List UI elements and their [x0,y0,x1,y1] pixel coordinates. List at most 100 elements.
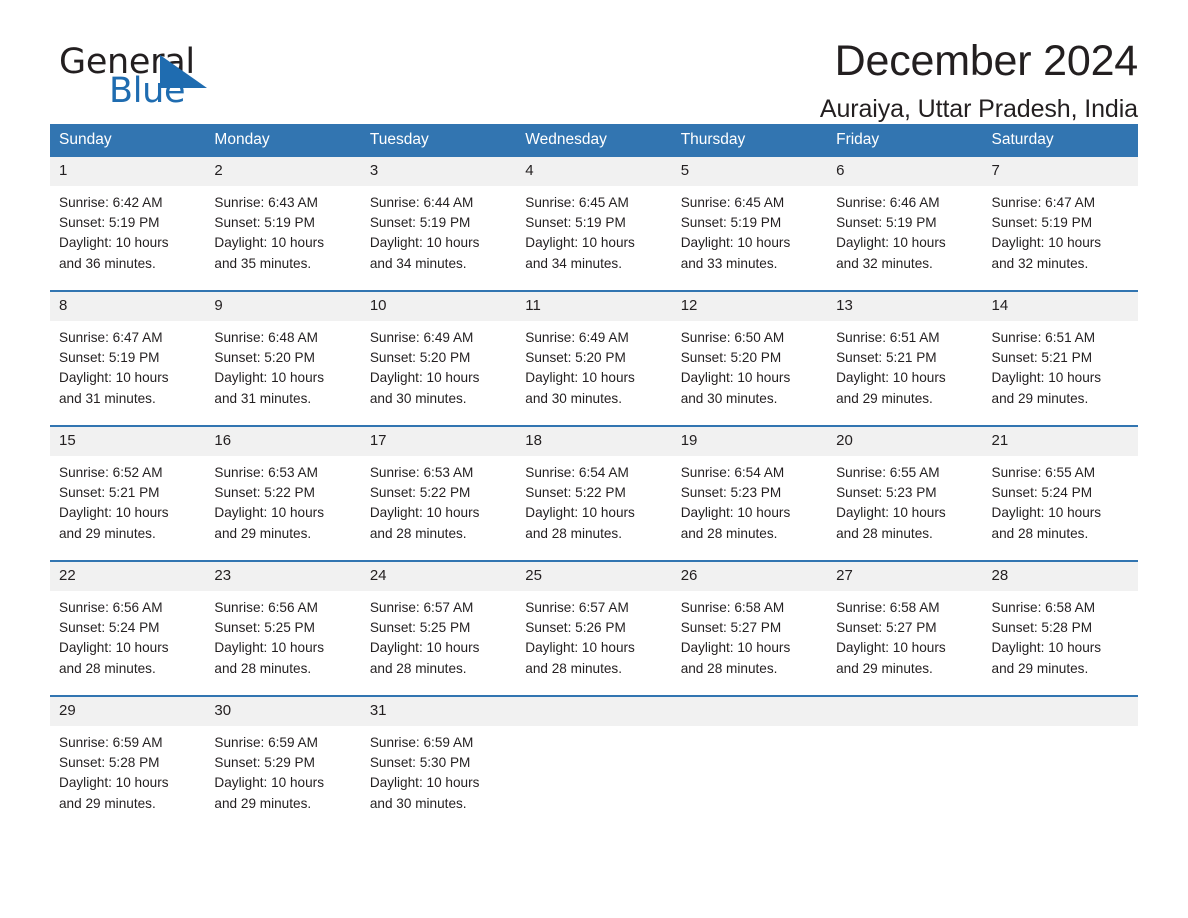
daylight-text-line2: and 33 minutes. [680,255,778,271]
daylight-text-line1: Daylight: 10 hours [525,235,635,251]
calendar-day-cell[interactable]: 5 Sunrise: 6:45 AM Sunset: 5:19 PM Daylight… [671,157,828,290]
sunset-text: Sunset: 5:22 PM [369,485,471,501]
calendar-day-cell[interactable]: 14 Sunrise: 6:51 AM Sunset: 5:21 PM Dayligh… [982,292,1138,425]
sunrise-text: Sunrise: 6:51 AM [836,330,940,345]
sunrise-text: Sunrise: 6:43 AM [214,195,318,210]
sunrise-text: Sunrise: 6:49 AM [525,330,629,345]
sunset-text: Sunset: 5:27 PM [680,620,782,636]
calendar-day-cell[interactable]: 23 Sunrise: 6:56 AM Sunset: 5:25 PM Dayligh… [205,562,361,695]
sunrise-text: Sunrise: 6:51 AM [991,330,1096,345]
calendar-day-cell[interactable]: 15 Sunrise: 6:52 AM Sunset: 5:21 PM Dayligh… [50,427,206,560]
calendar-day-cell[interactable]: 16 Sunrise: 6:53 AM Sunset: 5:22 PM Dayligh… [205,427,361,560]
day-number: 13 [827,292,983,321]
sunrise-text: Sunrise: 6:50 AM [680,330,785,345]
day-details: Sunrise: 6:43 AM Sunset: 5:19 PM Daylight:… [205,186,360,274]
calendar-day-cell[interactable]: 27 Sunrise: 6:58 AM Sunset: 5:27 PM Dayligh… [827,562,983,695]
day-number: 17 [360,427,517,456]
sunset-text: Sunset: 5:19 PM [59,350,160,366]
calendar-day-cell[interactable]: 3 Sunrise: 6:44 AM Sunset: 5:19 PM Daylight… [360,157,517,290]
calendar-week-row: 22 Sunrise: 6:56 AM Sunset: 5:24 PM Dayligh… [50,560,1138,696]
day-number: 2 [205,157,361,186]
calendar-day-cell[interactable]: 22 Sunrise: 6:56 AM Sunset: 5:24 PM Dayligh… [50,562,206,695]
sunset-text: Sunset: 5:25 PM [369,620,471,636]
daylight-text-line1: Daylight: 10 hours [991,505,1102,521]
day-number: 10 [360,292,517,321]
daylight-text-line2: and 28 minutes. [680,660,778,676]
calendar-page: General Blue December 2024 Auraiya, Utta… [0,0,1188,918]
calendar-day-cell[interactable]: 7 Sunrise: 6:47 AM Sunset: 5:19 PM Daylight… [982,157,1138,290]
calendar-day-cell[interactable]: 18 Sunrise: 6:54 AM Sunset: 5:22 PM Dayligh… [516,427,672,560]
day-details: Sunrise: 6:57 AM Sunset: 5:25 PM Daylight:… [361,591,516,679]
daylight-text-line2: and 29 minutes. [836,660,933,676]
generalblue-logo[interactable]: General Blue [59,42,319,120]
sunrise-text: Sunrise: 6:58 AM [836,600,940,615]
calendar-day-cell[interactable]: 9 Sunrise: 6:48 AM Sunset: 5:20 PM Daylight… [205,292,361,425]
sunset-text: Sunset: 5:19 PM [991,215,1093,231]
day-details: Sunrise: 6:47 AM Sunset: 5:19 PM Daylight:… [983,186,1138,274]
sunset-text: Sunset: 5:25 PM [214,620,315,636]
sunset-text: Sunset: 5:19 PM [836,215,937,231]
sunrise-text: Sunrise: 6:57 AM [369,600,474,615]
daylight-text-line2: and 29 minutes. [214,795,312,811]
calendar-day-cell[interactable]: 28 Sunrise: 6:58 AM Sunset: 5:28 PM Dayligh… [982,562,1138,695]
daylight-text-line1: Daylight: 10 hours [991,235,1102,251]
calendar-day-cell[interactable]: 20 Sunrise: 6:55 AM Sunset: 5:23 PM Dayligh… [827,427,983,560]
day-details: Sunrise: 6:50 AM Sunset: 5:20 PM Daylight:… [672,321,827,409]
daylight-text-line1: Daylight: 10 hours [836,505,946,521]
daylight-text-line1: Daylight: 10 hours [214,775,324,791]
daylight-text-line2: and 30 minutes. [369,795,467,811]
day-details: Sunrise: 6:55 AM Sunset: 5:24 PM Daylight:… [983,456,1138,544]
day-number: 27 [827,562,983,591]
sunset-text: Sunset: 5:20 PM [369,350,471,366]
calendar-day-cell[interactable]: 2 Sunrise: 6:43 AM Sunset: 5:19 PM Daylight… [205,157,361,290]
sunrise-text: Sunrise: 6:58 AM [680,600,785,615]
day-number: 20 [827,427,983,456]
sunrise-text: Sunrise: 6:53 AM [214,465,318,480]
day-number: 8 [50,292,206,321]
calendar-day-cell[interactable]: 29 Sunrise: 6:59 AM Sunset: 5:28 PM Dayligh… [50,697,206,830]
sunrise-text: Sunrise: 6:54 AM [680,465,785,480]
sunrise-text: Sunrise: 6:49 AM [369,330,474,345]
calendar-day-cell[interactable]: 11 Sunrise: 6:49 AM Sunset: 5:20 PM Dayligh… [516,292,672,425]
calendar-day-cell[interactable]: 13 Sunrise: 6:51 AM Sunset: 5:21 PM Dayligh… [827,292,983,425]
day-details: Sunrise: 6:49 AM Sunset: 5:20 PM Daylight:… [516,321,671,409]
calendar-day-cell[interactable]: 4 Sunrise: 6:45 AM Sunset: 5:19 PM Daylight… [516,157,672,290]
day-number: 4 [516,157,672,186]
calendar-day-cell[interactable]: 17 Sunrise: 6:53 AM Sunset: 5:22 PM Dayligh… [360,427,517,560]
sunset-text: Sunset: 5:19 PM [59,215,160,231]
calendar-day-cell[interactable]: 30 Sunrise: 6:59 AM Sunset: 5:29 PM Dayligh… [205,697,361,830]
calendar-day-cell[interactable]: 6 Sunrise: 6:46 AM Sunset: 5:19 PM Daylight… [827,157,983,290]
day-number: 18 [516,427,672,456]
calendar-day-cell[interactable]: 19 Sunrise: 6:54 AM Sunset: 5:23 PM Dayligh… [671,427,828,560]
daylight-text-line1: Daylight: 10 hours [680,640,791,656]
day-details: Sunrise: 6:52 AM Sunset: 5:21 PM Daylight:… [50,456,205,544]
daylight-text-line1: Daylight: 10 hours [59,505,169,521]
sunset-text: Sunset: 5:24 PM [991,485,1093,501]
calendar-day-cell[interactable]: 26 Sunrise: 6:58 AM Sunset: 5:27 PM Dayligh… [671,562,828,695]
daylight-text-line2: and 29 minutes. [836,390,933,406]
calendar-day-cell[interactable]: 8 Sunrise: 6:47 AM Sunset: 5:19 PM Daylight… [50,292,206,425]
daylight-text-line1: Daylight: 10 hours [836,640,946,656]
calendar-day-cell[interactable]: 21 Sunrise: 6:55 AM Sunset: 5:24 PM Dayligh… [982,427,1138,560]
daylight-text-line2: and 34 minutes. [525,255,622,271]
calendar-day-cell[interactable]: 24 Sunrise: 6:57 AM Sunset: 5:25 PM Dayligh… [360,562,517,695]
daylight-text-line2: and 28 minutes. [525,660,622,676]
daylight-text-line1: Daylight: 10 hours [525,505,635,521]
calendar-day-cell[interactable]: 12 Sunrise: 6:50 AM Sunset: 5:20 PM Dayligh… [671,292,828,425]
calendar-day-cell[interactable]: 31 Sunrise: 6:59 AM Sunset: 5:30 PM Dayligh… [360,697,517,830]
calendar-day-cell[interactable]: 25 Sunrise: 6:57 AM Sunset: 5:26 PM Dayligh… [516,562,672,695]
day-details: Sunrise: 6:58 AM Sunset: 5:27 PM Daylight:… [672,591,827,679]
day-number: 25 [516,562,672,591]
calendar-day-cell[interactable]: 10 Sunrise: 6:49 AM Sunset: 5:20 PM Dayligh… [360,292,517,425]
weekday-header-monday: Monday [205,124,361,157]
daylight-text-line1: Daylight: 10 hours [991,370,1102,386]
calendar-day-cell[interactable]: 1 Sunrise: 6:42 AM Sunset: 5:19 PM Daylight… [50,157,206,290]
daylight-text-line1: Daylight: 10 hours [680,235,791,251]
sunrise-text: Sunrise: 6:48 AM [214,330,318,345]
sunrise-text: Sunrise: 6:55 AM [836,465,940,480]
day-details: Sunrise: 6:44 AM Sunset: 5:19 PM Daylight:… [361,186,516,274]
daylight-text-line1: Daylight: 10 hours [214,370,324,386]
sunset-text: Sunset: 5:19 PM [525,215,626,231]
day-number: 12 [671,292,828,321]
sunrise-text: Sunrise: 6:56 AM [214,600,318,615]
